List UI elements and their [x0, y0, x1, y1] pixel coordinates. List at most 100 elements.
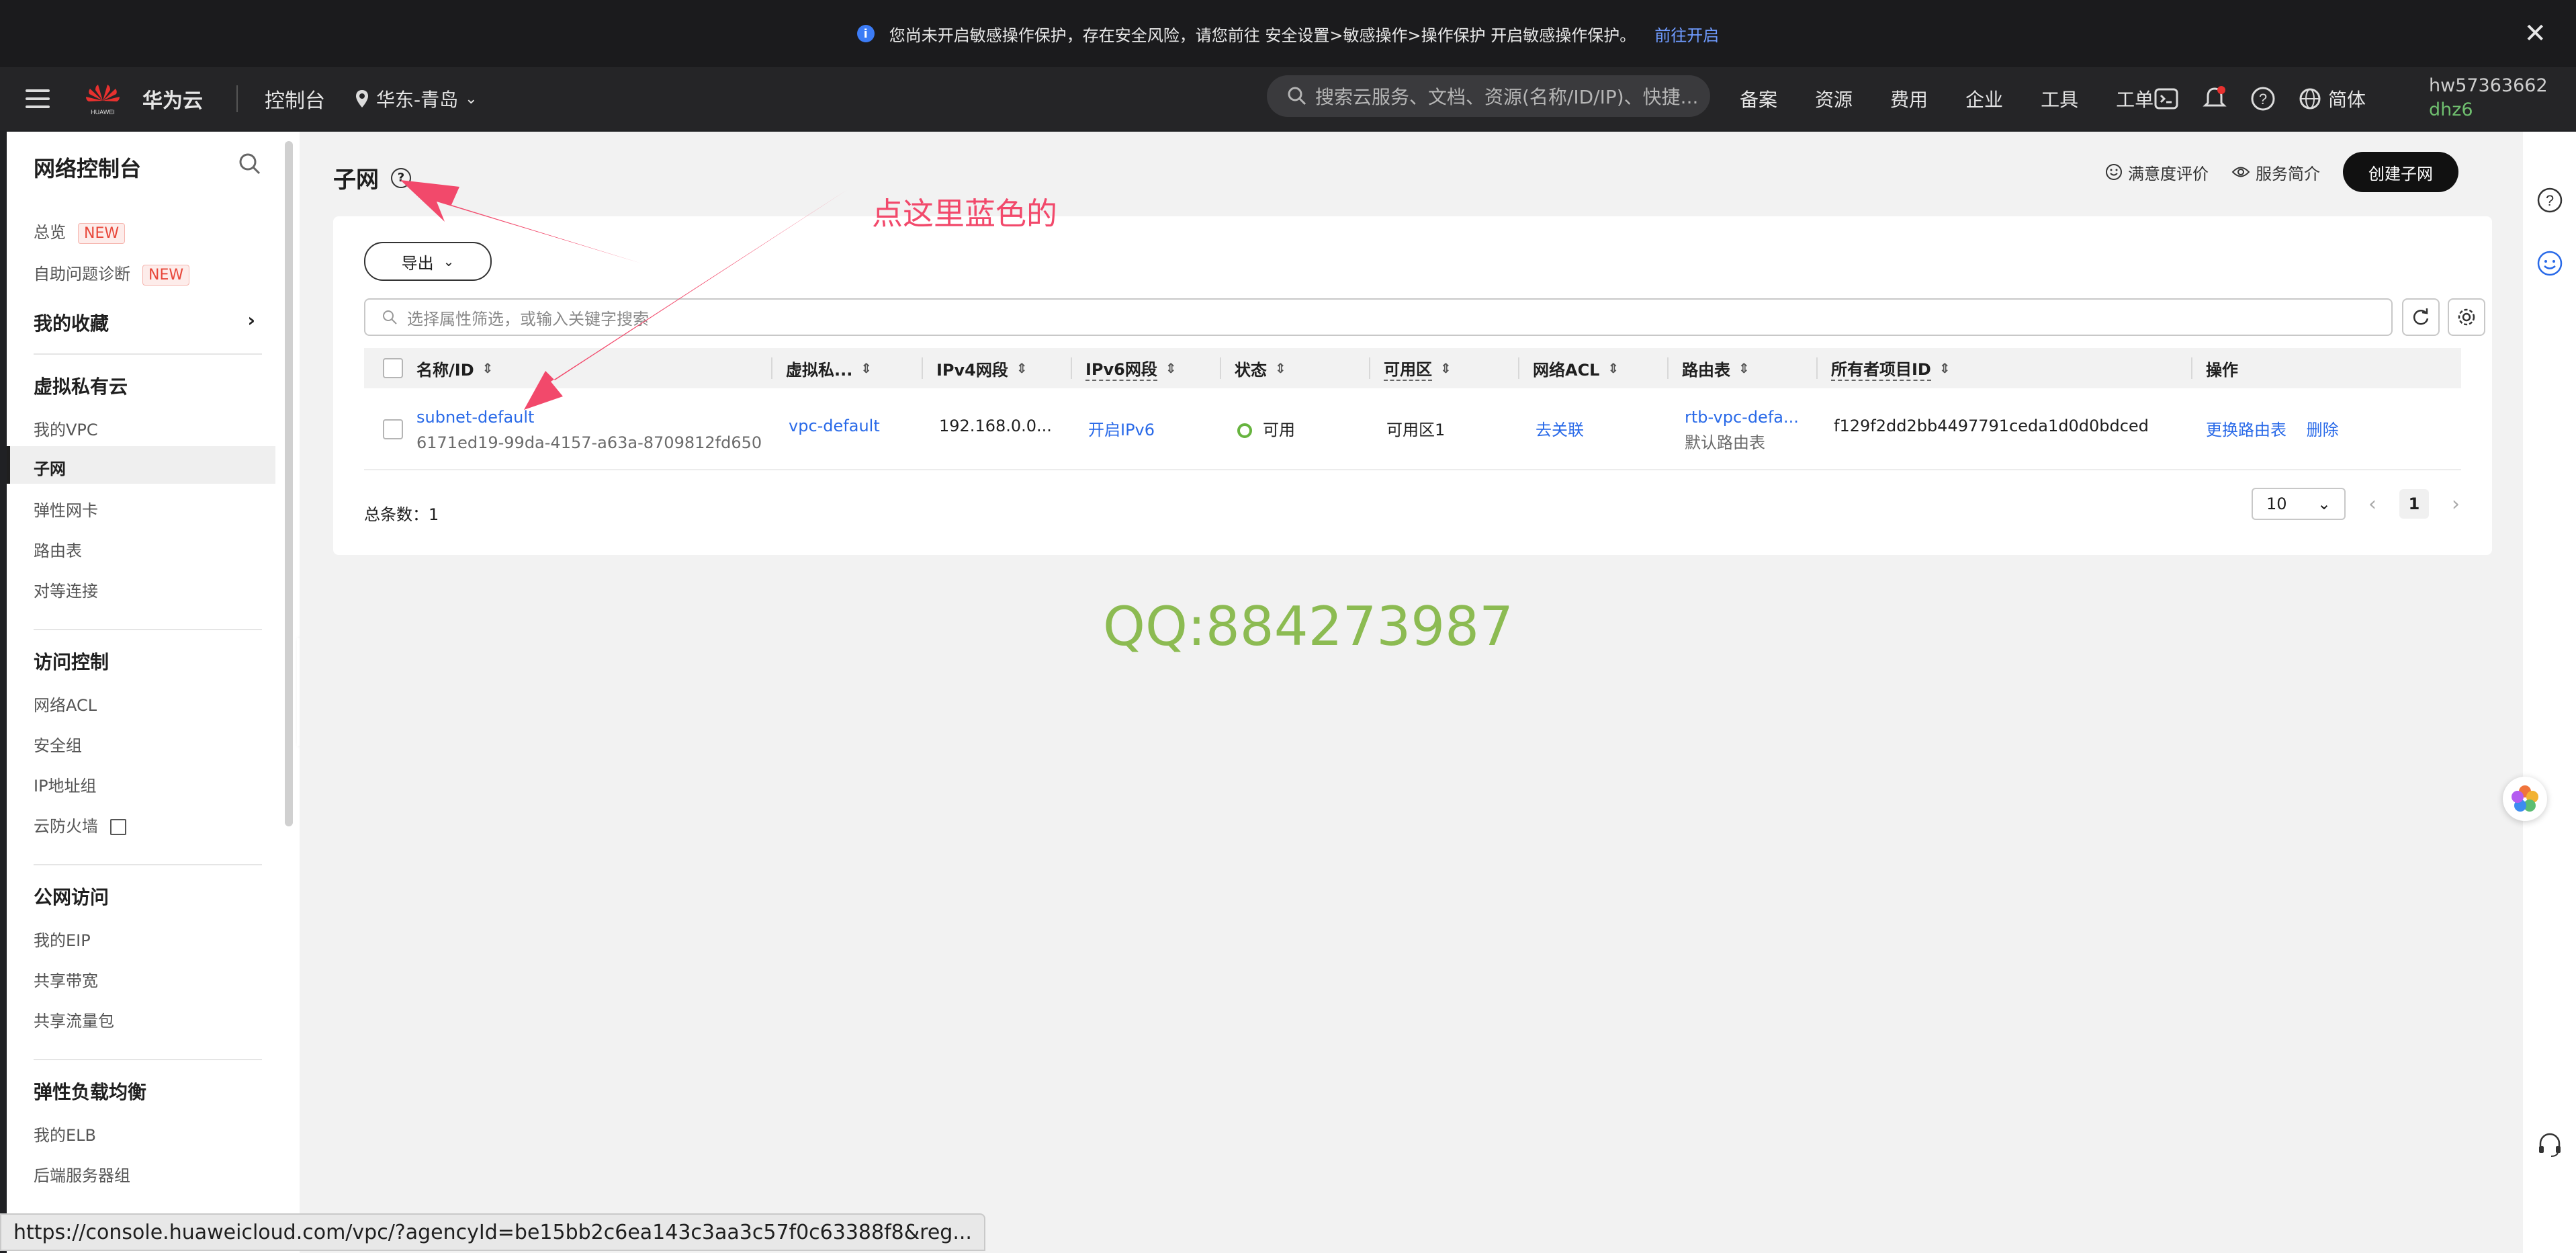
export-button[interactable]: 导出 ⌄ [364, 242, 492, 281]
headset-icon[interactable] [2536, 1131, 2563, 1158]
column-header-status[interactable]: 状态 ⇕ [1220, 348, 1286, 388]
help-icon[interactable]: ? [391, 167, 411, 188]
intro-button[interactable]: 服务简介 [2231, 161, 2320, 184]
search-icon [383, 310, 397, 325]
sidebar-item-diagnose[interactable]: 自助问题诊断 NEW [34, 261, 190, 286]
huawei-logo[interactable]: HUAWEI 华为云 [83, 81, 203, 117]
delete-button[interactable]: 删除 [2307, 421, 2339, 439]
change-route-button[interactable]: 更换路由表 [2206, 421, 2286, 439]
sidebar-item-eni[interactable]: 弹性网卡 [34, 497, 98, 521]
sidebar-divider [34, 864, 262, 865]
cloud-shell-icon[interactable] [2153, 86, 2179, 112]
subnet-name-link[interactable]: subnet-default [416, 404, 762, 430]
route-table-link[interactable]: rtb-vpc-defa... [1685, 404, 1799, 430]
user-account-name: hw57363662 [2429, 75, 2548, 96]
help-icon[interactable]: ? [2536, 187, 2563, 214]
sidebar-search-icon[interactable] [238, 152, 262, 176]
cell-enable-ipv6-link[interactable]: 开启IPv6 [1088, 417, 1155, 440]
cell-acl-link[interactable]: 去关联 [1536, 417, 1584, 440]
sidebar-favorites[interactable]: 我的收藏 › [34, 309, 255, 336]
external-link-icon [109, 819, 126, 835]
global-search-input[interactable]: 搜索云服务、文档、资源(名称/ID/IP)、快捷... [1267, 75, 1710, 117]
sidebar-group-public: 公网访问 [34, 886, 109, 908]
prev-page-icon[interactable]: ‹ [2368, 492, 2377, 516]
settings-button[interactable] [2448, 298, 2485, 336]
nav-link-filing[interactable]: 备案 [1740, 85, 1777, 112]
sidebar-item-subnet[interactable]: 子网 [34, 456, 66, 479]
sidebar-group-access: 访问控制 [34, 651, 109, 673]
sort-icon[interactable]: ⇕ [1440, 360, 1452, 376]
console-link[interactable]: 控制台 [265, 84, 325, 114]
nav-link-enterprise[interactable]: 企业 [1965, 85, 2003, 112]
nav-icons: ? 简体 [2153, 67, 2366, 130]
page-title: 子网 ? [333, 161, 411, 194]
filter-search-input[interactable]: 选择属性筛选，或输入关键字搜索 [364, 298, 2393, 336]
sidebar-item-firewall[interactable]: 云防火墙 [34, 813, 126, 836]
sort-icon[interactable]: ⇕ [482, 360, 494, 376]
sort-icon[interactable]: ⇕ [1165, 360, 1177, 376]
next-page-icon[interactable]: › [2452, 492, 2460, 516]
close-icon[interactable]: ✕ [2524, 20, 2546, 47]
column-header-az[interactable]: 可用区 ⇕ [1369, 348, 1452, 388]
header-select-all[interactable] [383, 348, 403, 388]
column-header-route[interactable]: 路由表 ⇕ [1667, 348, 1750, 388]
sidebar-item-ip-group[interactable]: IP地址组 [34, 773, 97, 796]
info-icon: i [856, 25, 875, 42]
sort-icon[interactable]: ⇕ [1607, 360, 1619, 376]
sidebar-item-route-table[interactable]: 路由表 [34, 537, 82, 561]
sidebar-item-overview[interactable]: 总览 NEW [34, 219, 126, 244]
sidebar-item-my-vpc[interactable]: 我的VPC [34, 417, 98, 440]
column-header-acl[interactable]: 网络ACL ⇕ [1518, 348, 1619, 388]
nav-link-billing[interactable]: 费用 [1890, 85, 1928, 112]
menu-icon[interactable] [26, 89, 50, 108]
status-label: 可用 [1263, 421, 1295, 439]
sidebar-item-backend[interactable]: 后端服务器组 [34, 1162, 130, 1186]
cell-ipv4: 192.168.0.0... [939, 417, 1052, 435]
nav-link-resources[interactable]: 资源 [1815, 85, 1853, 112]
sort-icon[interactable]: ⇕ [1275, 360, 1286, 376]
column-header-owner[interactable]: 所有者项目ID ⇕ [1816, 348, 1951, 388]
export-label: 导出 [401, 253, 434, 273]
create-subnet-button[interactable]: 创建子网 [2343, 152, 2458, 192]
help-icon[interactable]: ? [2250, 86, 2276, 112]
floating-assistant-button[interactable] [2503, 777, 2547, 821]
assistant-icon[interactable] [2536, 250, 2563, 277]
cell-status: 可用 [1237, 417, 1295, 440]
sidebar: 网络控制台 总览 NEW 自助问题诊断 NEW 我的收藏 › 虚拟私有云 我的VPC … [7, 132, 300, 1253]
petal-icon [2512, 785, 2538, 812]
sort-icon[interactable]: ⇕ [1738, 360, 1750, 376]
sidebar-item-my-elb[interactable]: 我的ELB [34, 1122, 96, 1146]
sort-icon[interactable]: ⇕ [860, 360, 872, 376]
column-header-ipv6[interactable]: IPv6网段 ⇕ [1071, 348, 1177, 388]
sort-icon[interactable]: ⇕ [1939, 360, 1951, 376]
sidebar-divider [34, 629, 262, 630]
sidebar-item-peering[interactable]: 对等连接 [34, 578, 98, 601]
feedback-button[interactable]: 满意度评价 [2105, 161, 2209, 184]
bell-icon[interactable] [2202, 85, 2227, 112]
page-number[interactable]: 1 [2399, 489, 2429, 519]
row-checkbox[interactable] [383, 419, 403, 439]
select-all-checkbox[interactable] [383, 358, 403, 378]
chevron-down-icon: ⌄ [2317, 494, 2331, 513]
column-header-ipv4[interactable]: IPv4网段 ⇕ [922, 348, 1028, 388]
feedback-label: 满意度评价 [2128, 164, 2209, 183]
column-header-vpc[interactable]: 虚拟私... ⇕ [771, 348, 872, 388]
refresh-button[interactable] [2402, 298, 2440, 336]
column-header-name[interactable]: 名称/ID ⇕ [416, 348, 493, 388]
sidebar-scrollbar[interactable] [285, 141, 293, 826]
sort-icon[interactable]: ⇕ [1016, 360, 1028, 376]
nav-link-tools[interactable]: 工具 [2041, 85, 2078, 112]
sidebar-item-acl[interactable]: 网络ACL [34, 692, 97, 716]
sidebar-item-traffic[interactable]: 共享流量包 [34, 1008, 114, 1031]
nav-link-tickets[interactable]: 工单 [2116, 85, 2153, 112]
sidebar-item-bandwidth[interactable]: 共享带宽 [34, 967, 98, 991]
page-size-select[interactable]: 10 ⌄ [2252, 488, 2346, 520]
cell-route: rtb-vpc-defa... 默认路由表 [1685, 404, 1799, 456]
user-account[interactable]: hw57363662 dhz6 [2429, 74, 2548, 122]
cell-vpc-link[interactable]: vpc-default [789, 417, 880, 435]
notice-enable-link[interactable]: 前往开启 [1654, 22, 1719, 46]
sidebar-item-my-eip[interactable]: 我的EIP [34, 927, 91, 951]
language-selector[interactable]: 简体 [2299, 85, 2366, 112]
sidebar-item-security-group[interactable]: 安全组 [34, 732, 82, 756]
region-selector[interactable]: 华东-青岛 ⌄ [355, 85, 478, 112]
